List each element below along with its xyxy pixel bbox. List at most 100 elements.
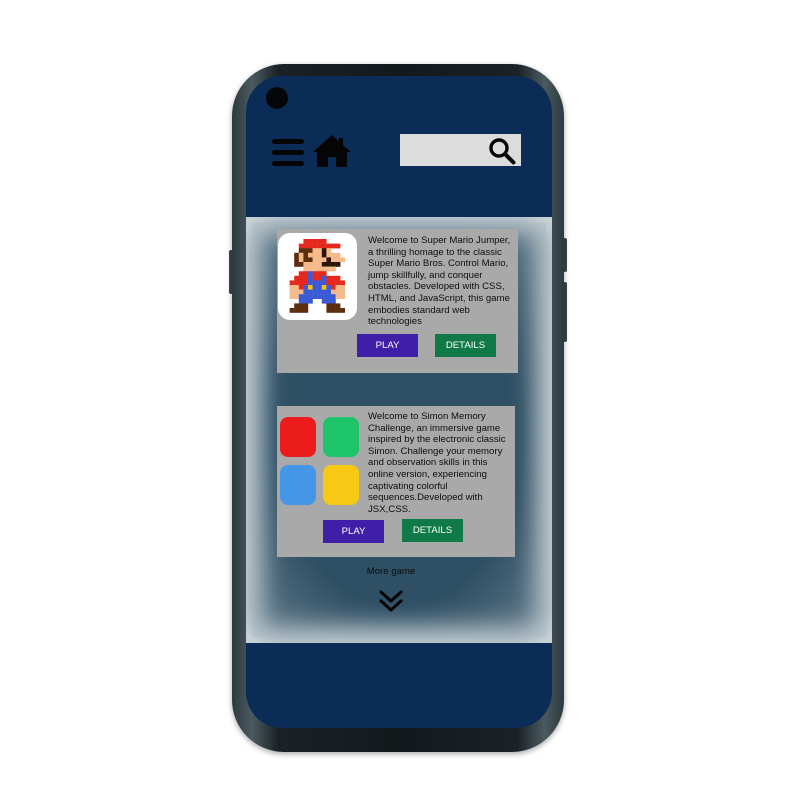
mario-pixel	[335, 262, 341, 267]
mario-pixel	[335, 303, 341, 309]
mario-pixel	[317, 239, 322, 244]
simon-blue-tile	[280, 465, 316, 505]
mario-pixel	[303, 257, 309, 263]
mario-pixel	[331, 243, 336, 249]
mario-pixel	[294, 285, 299, 290]
mario-pixel	[335, 280, 341, 286]
mario-pixel	[308, 239, 313, 244]
mario-pixel	[298, 257, 304, 263]
mario-pixel	[331, 298, 336, 304]
mario-pixel	[331, 285, 336, 290]
play-button-mario[interactable]: PLAY	[357, 334, 418, 357]
mario-pixel	[326, 257, 332, 263]
mario-pixel	[326, 308, 332, 313]
mario-pixel	[308, 294, 313, 299]
mario-pixel	[303, 280, 309, 286]
mario-pixel	[308, 266, 313, 272]
mario-pixel	[308, 285, 313, 290]
simon-red-tile	[280, 417, 316, 457]
mario-pixel	[321, 271, 327, 276]
mario-pixel	[317, 257, 322, 263]
mario-pixel	[312, 285, 318, 290]
mario-pixel	[303, 303, 309, 309]
mario-pixel	[294, 275, 299, 281]
more-games-label[interactable]: More game	[350, 566, 432, 577]
mario-pixel	[289, 289, 295, 295]
mario-pixel	[298, 252, 304, 258]
mario-pixel	[294, 303, 299, 309]
mario-pixel	[312, 239, 318, 244]
mario-pixel	[312, 280, 318, 286]
mario-pixel	[303, 266, 309, 272]
mario-pixel	[308, 298, 313, 304]
mario-pixel	[317, 252, 322, 258]
mario-pixel	[326, 252, 332, 258]
mario-pixel	[312, 257, 318, 263]
mario-pixel	[303, 271, 309, 276]
mario-pixel	[298, 248, 304, 253]
mario-pixel	[298, 289, 304, 295]
mario-pixel	[340, 285, 345, 290]
mario-pixel	[335, 285, 341, 290]
mario-pixel	[312, 271, 318, 276]
mario-pixel	[303, 262, 309, 267]
mario-pixel	[340, 257, 345, 263]
mario-pixel	[321, 243, 327, 249]
game-thumbnail-mario[interactable]	[278, 233, 357, 320]
mario-pixel	[317, 280, 322, 286]
mario-pixel	[321, 262, 327, 267]
mario-pixel	[308, 262, 313, 267]
game-description: Welcome to Simon Memory Challenge, an im…	[368, 411, 506, 515]
simon-yellow-tile	[323, 465, 359, 505]
mario-pixel	[294, 252, 299, 258]
details-button-mario[interactable]: DETAILS	[435, 334, 496, 357]
mario-pixel	[331, 294, 336, 299]
mario-pixel	[331, 252, 336, 258]
mario-pixel	[303, 243, 309, 249]
mario-pixel	[331, 262, 336, 267]
mario-pixel	[335, 308, 341, 313]
mario-pixel	[312, 252, 318, 258]
mario-pixel	[303, 289, 309, 295]
mario-pixel	[321, 252, 327, 258]
mario-pixel	[326, 275, 332, 281]
mario-pixel	[298, 262, 304, 267]
mario-pixel	[308, 280, 313, 286]
mario-pixel	[317, 248, 322, 253]
play-button-simon[interactable]: PLAY	[323, 520, 384, 543]
home-icon[interactable]	[312, 134, 352, 168]
game-description: Welcome to Super Mario Jumper, a thrilli…	[368, 235, 511, 328]
mario-pixel	[298, 298, 304, 304]
mario-pixel	[321, 298, 327, 304]
mario-pixel	[335, 257, 341, 263]
mario-pixel	[312, 243, 318, 249]
mario-pixel	[321, 266, 327, 272]
mario-pixel	[331, 257, 336, 263]
mario-pixel	[303, 248, 309, 253]
hamburger-menu-icon[interactable]	[272, 139, 304, 167]
simon-green-tile	[323, 417, 359, 457]
mario-pixel	[312, 294, 318, 299]
mario-pixel	[303, 275, 309, 281]
mario-pixel	[326, 262, 332, 267]
search-input[interactable]	[400, 134, 484, 166]
mario-pixel	[294, 280, 299, 286]
double-chevron-down-icon[interactable]	[378, 589, 404, 613]
mario-pixel	[289, 294, 295, 299]
mario-pixel	[340, 308, 345, 313]
mario-pixel	[321, 257, 327, 263]
details-button-simon[interactable]: DETAILS	[402, 519, 463, 542]
mario-pixel	[331, 280, 336, 286]
mario-pixel	[303, 298, 309, 304]
mario-pixel	[331, 308, 336, 313]
mario-pixel	[294, 308, 299, 313]
game-thumbnail-simon[interactable]	[279, 416, 361, 508]
search-icon[interactable]	[488, 137, 516, 165]
mario-pixel	[321, 280, 327, 286]
mario-pixel	[321, 289, 327, 295]
mario-pixel	[289, 285, 295, 290]
mario-pixel	[317, 285, 322, 290]
mario-pixel	[303, 308, 309, 313]
mario-pixel	[289, 280, 295, 286]
mario-pixel	[312, 262, 318, 267]
